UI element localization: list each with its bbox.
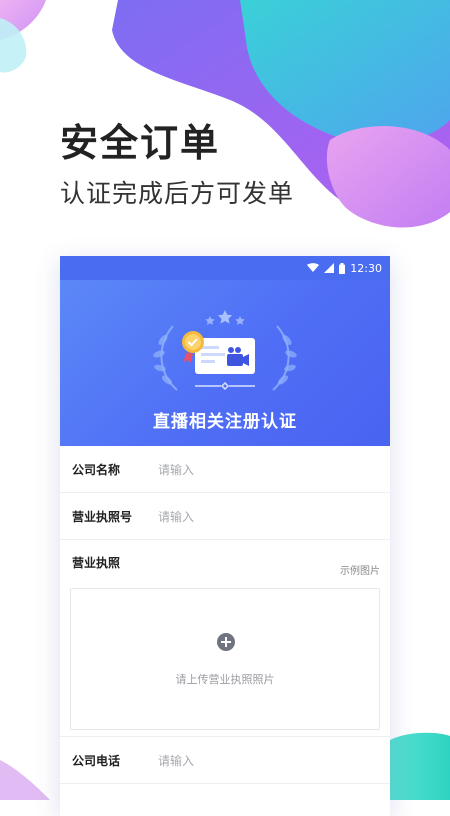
license-upload-label: 营业执照 [72, 556, 121, 570]
company-name-row[interactable]: 公司名称 请输入 [60, 446, 390, 493]
phone-mockup: 12:30 直播相关注册认证 公司名称 请输入 营业执照号 请输入 营业执照 示… [60, 256, 390, 816]
license-number-row[interactable]: 营业执照号 请输入 [60, 493, 390, 540]
company-name-label: 公司名称 [72, 462, 121, 477]
license-upload-box[interactable]: 请上传营业执照照片 [70, 588, 380, 730]
status-time: 12:30 [350, 261, 382, 275]
sample-image-link[interactable]: 示例图片 [340, 562, 380, 577]
company-name-input[interactable]: 请输入 [158, 461, 194, 478]
battery-icon [339, 262, 346, 274]
license-number-input[interactable]: 请输入 [158, 508, 194, 525]
license-number-label: 营业执照号 [72, 509, 133, 524]
banner: 直播相关注册认证 [60, 280, 390, 446]
wifi-icon [307, 263, 320, 272]
company-phone-label: 公司电话 [72, 753, 121, 768]
company-phone-input[interactable]: 请输入 [158, 752, 194, 769]
upload-hint: 请上传营业执照照片 [175, 673, 275, 686]
signal-icon [324, 263, 335, 273]
certificate-video-icon [153, 310, 297, 391]
hero-title: 安全订单 [60, 121, 221, 165]
hero-subtitle: 认证完成后方可发单 [60, 179, 295, 208]
license-upload-section: 营业执照 示例图片 请上传营业执照照片 [60, 540, 390, 736]
company-phone-row[interactable]: 公司电话 请输入 [60, 736, 390, 784]
status-bar: 12:30 [60, 256, 390, 280]
banner-title: 直播相关注册认证 [153, 412, 297, 432]
plus-circle-icon[interactable] [217, 633, 235, 651]
